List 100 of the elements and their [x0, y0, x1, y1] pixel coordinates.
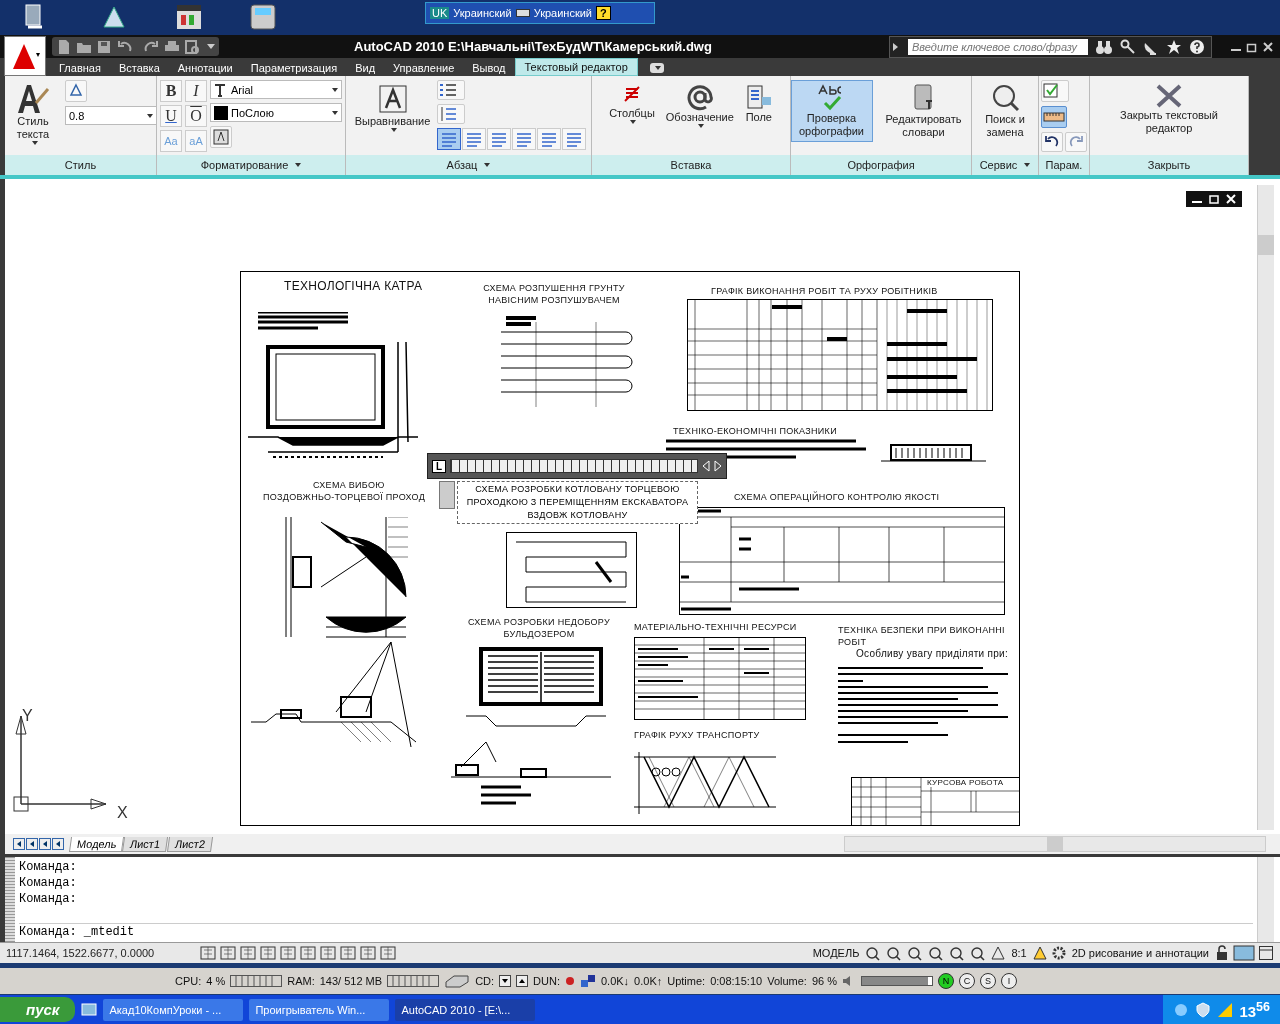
horizontal-scrollbar[interactable]: [844, 836, 1266, 852]
text-style-button[interactable]: Стиль текста: [4, 80, 62, 148]
ribbon-tab[interactable]: Параметризация: [241, 60, 347, 76]
tab-stop-button[interactable]: L: [432, 459, 447, 473]
dropdown-arrow-icon[interactable]: [484, 163, 491, 167]
ribbon-tab[interactable]: Вид: [346, 60, 385, 76]
taskbar-button[interactable]: Акад10КомпУроки - ...: [103, 998, 244, 1021]
ruler-icon[interactable]: [1041, 106, 1067, 128]
clapper-icon[interactable]: [175, 3, 203, 31]
gear-icon[interactable]: [1050, 945, 1067, 961]
field-button[interactable]: Поле: [740, 80, 777, 127]
drafting-toggle-icon[interactable]: [219, 945, 237, 961]
workspace-dropdown[interactable]: 2D рисование и аннотации: [1069, 947, 1211, 959]
text-editor-box[interactable]: L СХЕМА РОЗРОБКИ КОТЛОВАНУ ТОРЦЕВОЮ ПРОХОДКОЮ З ПЕРЕМІЩЕННЯМ ЕКСКАВАТОРА ВЗДОВЖ КОТЛОВАНУ: [427, 453, 727, 524]
resize-arrows-icon[interactable]: [702, 460, 722, 472]
monitor-button[interactable]: C: [959, 973, 975, 989]
columns-button[interactable]: Столбцы: [605, 80, 659, 127]
help-icon[interactable]: [1189, 38, 1205, 55]
resize-grip[interactable]: [5, 857, 15, 942]
ribbon-tab[interactable]: Аннотации: [168, 60, 242, 76]
show-desktop-icon[interactable]: [81, 1001, 98, 1018]
close-icon[interactable]: [1262, 40, 1274, 53]
color-dropdown[interactable]: ПоСлою: [210, 103, 342, 122]
checkbox-icon[interactable]: [1041, 80, 1069, 102]
close-text-editor-button[interactable]: Закрыть текстовый редактор: [1092, 80, 1246, 138]
bullets-icon[interactable]: [437, 80, 466, 100]
star-icon[interactable]: [1166, 38, 1182, 55]
command-scrollbar[interactable]: [1257, 857, 1274, 942]
ribbon-tab[interactable]: Вставка: [109, 60, 169, 76]
plot-preview-icon[interactable]: [184, 38, 200, 55]
start-button[interactable]: пуск: [0, 997, 76, 1022]
ribbon-tab[interactable]: Текстовый редактор: [514, 58, 638, 76]
language-bar[interactable]: UK Украинский Украинский ?: [425, 2, 655, 24]
drafting-toggle-icon[interactable]: [319, 945, 337, 961]
command-line[interactable]: Команда: _mtedit: [19, 923, 1253, 940]
drafting-toggle-icon[interactable]: [279, 945, 297, 961]
application-menu-button[interactable]: [4, 36, 46, 76]
calculator-icon[interactable]: [248, 3, 278, 31]
annotation-visibility-icon[interactable]: [1031, 945, 1048, 961]
tab-navigation-icon[interactable]: [26, 838, 38, 850]
clean-screen-icon[interactable]: [1258, 945, 1274, 961]
underline-button[interactable]: U: [160, 105, 182, 127]
tab-navigation-icon[interactable]: [39, 838, 51, 850]
shield-icon[interactable]: [1195, 1001, 1212, 1018]
new-file-icon[interactable]: [56, 38, 72, 55]
expand-arrow-icon[interactable]: [893, 42, 898, 51]
lock-icon[interactable]: [1214, 945, 1230, 961]
justification-button[interactable]: Выравнивание: [350, 80, 435, 135]
key-icon[interactable]: [1120, 38, 1136, 55]
dropdown-arrow-icon[interactable]: [1024, 163, 1031, 167]
symbol-button[interactable]: Обозначение: [661, 80, 738, 131]
panel-title[interactable]: Стиль: [64, 159, 97, 171]
undo-icon[interactable]: [1041, 132, 1063, 152]
save-icon[interactable]: [96, 38, 112, 55]
monitor-button[interactable]: I: [1001, 973, 1017, 989]
drafting-toggle-icon[interactable]: [299, 945, 317, 961]
layout-tab[interactable]: Лист2: [166, 836, 213, 852]
text-height-dropdown[interactable]: 0.8: [65, 106, 157, 125]
annotation-scale-dropdown[interactable]: 8:1: [1009, 947, 1029, 959]
find-replace-button[interactable]: Поиск и замена: [976, 80, 1034, 142]
panel-title[interactable]: Закрыть: [1147, 159, 1191, 171]
eject-up-icon[interactable]: [516, 975, 529, 987]
vertical-scrollbar[interactable]: [1257, 185, 1274, 830]
panel-title[interactable]: Вставка: [670, 159, 712, 171]
overline-button[interactable]: O: [185, 105, 207, 127]
line-spacing-icon[interactable]: [437, 104, 466, 124]
taskbar-button[interactable]: AutoCAD 2010 - [E:\...: [395, 998, 536, 1021]
volume-slider[interactable]: [862, 977, 929, 985]
drafting-toggle-icon[interactable]: [339, 945, 357, 961]
layout-tab[interactable]: Лист1: [122, 836, 169, 852]
drafting-toggle-icon[interactable]: [259, 945, 277, 961]
text-ruler[interactable]: L: [427, 453, 727, 479]
background-mask-icon[interactable]: [210, 126, 232, 148]
tab-navigation-icon[interactable]: [13, 838, 25, 850]
search-field[interactable]: Введите ключевое слово/фразу: [908, 38, 1088, 55]
binoculars-icon[interactable]: [1095, 38, 1113, 55]
monitor-button[interactable]: S: [980, 973, 996, 989]
italic-button[interactable]: I: [185, 80, 207, 102]
scroll-arrows-icon[interactable]: [439, 481, 455, 509]
monitor-button[interactable]: N: [938, 973, 954, 989]
annotative-icon[interactable]: [65, 80, 87, 102]
edit-dictionaries-button[interactable]: Редактировать словари: [875, 80, 972, 142]
font-dropdown[interactable]: Arial: [210, 80, 342, 99]
taskbar-button[interactable]: Проигрыватель Win...: [249, 998, 390, 1021]
ribbon-tab[interactable]: Главная: [50, 60, 110, 76]
model-button[interactable]: МОДЕЛЬ: [810, 947, 862, 959]
help-button[interactable]: ?: [596, 6, 611, 20]
dropdown-arrow-icon[interactable]: [295, 163, 302, 167]
spell-check-button[interactable]: Проверка орфографии: [790, 80, 873, 142]
drafting-toggle-icon[interactable]: [359, 945, 377, 961]
layout-tab[interactable]: Модель: [68, 836, 125, 852]
restore-icon[interactable]: [1207, 193, 1221, 205]
eject-down-icon[interactable]: [499, 975, 512, 987]
drafting-toggle-icon[interactable]: [199, 945, 217, 961]
ribbon-tab[interactable]: Вывод: [463, 60, 515, 76]
close-icon[interactable]: [1224, 193, 1238, 205]
minimize-ribbon-button[interactable]: [649, 63, 664, 73]
bold-button[interactable]: B: [160, 80, 182, 102]
drafting-toggle-icon[interactable]: [379, 945, 397, 961]
tab-navigation-icon[interactable]: [52, 838, 64, 850]
